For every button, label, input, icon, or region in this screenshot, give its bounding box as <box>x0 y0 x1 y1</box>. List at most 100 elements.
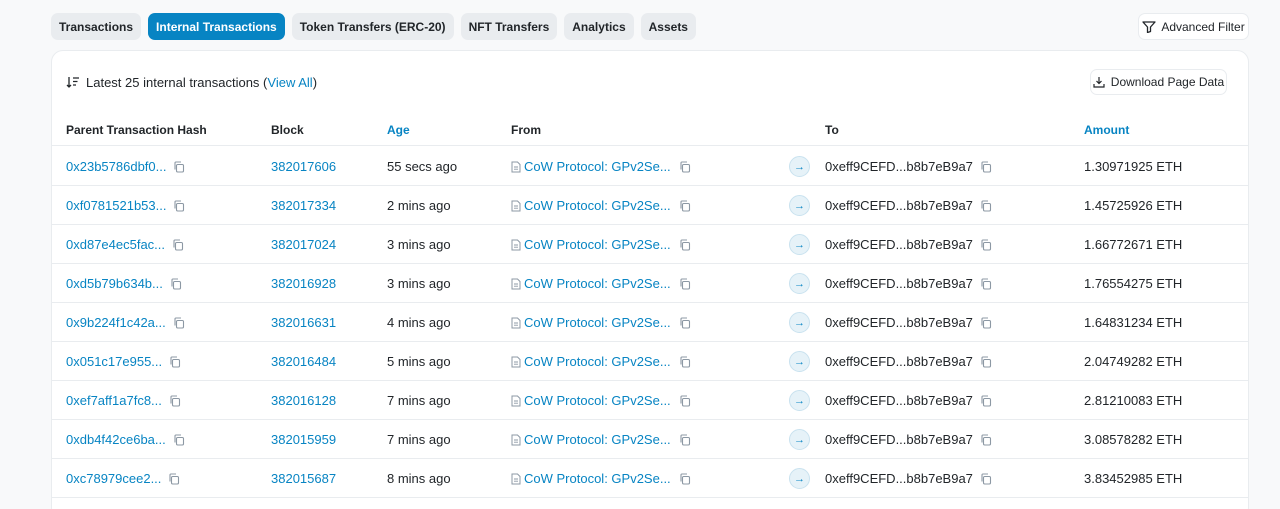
copy-icon[interactable] <box>679 394 691 407</box>
from-address-link[interactable]: CoW Protocol: GPv2Se... <box>524 276 671 291</box>
age-text: 3 mins ago <box>387 276 451 291</box>
parent-hash-link[interactable]: 0x9b224f1c42a... <box>66 315 166 330</box>
amount-cell: 3.83452985 ETH <box>1084 471 1182 486</box>
block-link[interactable]: 382015687 <box>271 471 336 486</box>
from-address-link[interactable]: CoW Protocol: GPv2Se... <box>524 315 671 330</box>
amount-text: 1.30971925 ETH <box>1084 159 1183 174</box>
tab-token-transfers[interactable]: Token Transfers (ERC-20) <box>291 13 454 40</box>
from-cell: CoW Protocol: GPv2Se... <box>511 471 691 486</box>
parent-hash-link[interactable]: 0xc78979cee2... <box>66 471 161 486</box>
copy-icon[interactable] <box>980 394 992 407</box>
to-cell: 0xeff9CEFD...b8b7eB9a7 <box>825 159 992 174</box>
from-address-link[interactable]: CoW Protocol: GPv2Se... <box>524 393 671 408</box>
from-address-link[interactable]: CoW Protocol: GPv2Se... <box>524 237 671 252</box>
from-address-link[interactable]: CoW Protocol: GPv2Se... <box>524 159 671 174</box>
to-address[interactable]: 0xeff9CEFD...b8b7eB9a7 <box>825 432 973 447</box>
parent-hash-cell: 0xd5b79b634b... <box>66 276 182 291</box>
block-cell: 382015959 <box>271 432 336 447</box>
contract-file-icon <box>511 239 521 250</box>
tab-assets[interactable]: Assets <box>640 13 696 40</box>
table-row: 0xef7aff1a7fc8... 382016128 7 mins ago C… <box>52 381 1248 420</box>
copy-icon[interactable] <box>679 160 691 173</box>
copy-icon[interactable] <box>169 355 181 368</box>
parent-hash-cell: 0xc78979cee2... <box>66 471 180 486</box>
block-link[interactable]: 382016484 <box>271 354 336 369</box>
contract-file-icon <box>511 278 521 289</box>
parent-hash-link[interactable]: 0xf0781521b53... <box>66 198 166 213</box>
copy-icon[interactable] <box>173 160 185 173</box>
download-page-data-button[interactable]: Download Page Data <box>1090 69 1227 95</box>
amount-text: 1.64831234 ETH <box>1084 315 1183 330</box>
parent-hash-link[interactable]: 0x051c17e955... <box>66 354 162 369</box>
copy-icon[interactable] <box>980 160 992 173</box>
block-link[interactable]: 382017024 <box>271 237 336 252</box>
copy-icon[interactable] <box>173 316 185 329</box>
tab-analytics[interactable]: Analytics <box>564 13 634 40</box>
from-address-link[interactable]: CoW Protocol: GPv2Se... <box>524 198 671 213</box>
from-cell: CoW Protocol: GPv2Se... <box>511 315 691 330</box>
tab-bar: Transactions Internal Transactions Token… <box>51 13 696 40</box>
from-address-link[interactable]: CoW Protocol: GPv2Se... <box>524 471 671 486</box>
contract-file-icon <box>511 161 521 172</box>
to-address[interactable]: 0xeff9CEFD...b8b7eB9a7 <box>825 159 973 174</box>
copy-icon[interactable] <box>980 316 992 329</box>
copy-icon[interactable] <box>980 472 992 485</box>
copy-icon[interactable] <box>980 433 992 446</box>
copy-icon[interactable] <box>173 433 185 446</box>
copy-icon[interactable] <box>980 277 992 290</box>
from-address-link[interactable]: CoW Protocol: GPv2Se... <box>524 432 671 447</box>
block-link[interactable]: 382016928 <box>271 276 336 291</box>
block-link[interactable]: 382016631 <box>271 315 336 330</box>
copy-icon[interactable] <box>980 238 992 251</box>
parent-hash-link[interactable]: 0xef7aff1a7fc8... <box>66 393 162 408</box>
to-address[interactable]: 0xeff9CEFD...b8b7eB9a7 <box>825 471 973 486</box>
to-address[interactable]: 0xeff9CEFD...b8b7eB9a7 <box>825 276 973 291</box>
to-address[interactable]: 0xeff9CEFD...b8b7eB9a7 <box>825 198 973 213</box>
transactions-summary: Latest 25 internal transactions (View Al… <box>66 73 317 91</box>
copy-icon[interactable] <box>679 316 691 329</box>
parent-hash-link[interactable]: 0x23b5786dbf0... <box>66 159 166 174</box>
parent-hash-link[interactable]: 0xd5b79b634b... <box>66 276 163 291</box>
to-address[interactable]: 0xeff9CEFD...b8b7eB9a7 <box>825 393 973 408</box>
to-address[interactable]: 0xeff9CEFD...b8b7eB9a7 <box>825 354 973 369</box>
block-link[interactable]: 382016128 <box>271 393 336 408</box>
parent-hash-cell: 0xef7aff1a7fc8... <box>66 393 181 408</box>
contract-file-icon <box>511 200 521 211</box>
copy-icon[interactable] <box>980 199 992 212</box>
to-cell: 0xeff9CEFD...b8b7eB9a7 <box>825 471 992 486</box>
copy-icon[interactable] <box>679 199 691 212</box>
amount-cell: 1.76554275 ETH <box>1084 276 1182 291</box>
advanced-filter-button[interactable]: Advanced Filter <box>1138 13 1249 40</box>
block-cell: 382017334 <box>271 198 336 213</box>
header-amount[interactable]: Amount <box>1084 123 1129 137</box>
age-text: 8 mins ago <box>387 471 451 486</box>
copy-icon[interactable] <box>679 433 691 446</box>
copy-icon[interactable] <box>172 238 184 251</box>
tab-nft-transfers[interactable]: NFT Transfers <box>460 13 558 40</box>
copy-icon[interactable] <box>679 472 691 485</box>
parent-hash-link[interactable]: 0xdb4f42ce6ba... <box>66 432 166 447</box>
to-address[interactable]: 0xeff9CEFD...b8b7eB9a7 <box>825 315 973 330</box>
from-address-link[interactable]: CoW Protocol: GPv2Se... <box>524 354 671 369</box>
block-link[interactable]: 382015959 <box>271 432 336 447</box>
contract-file-icon <box>511 434 521 445</box>
tab-internal-transactions[interactable]: Internal Transactions <box>148 13 285 40</box>
copy-icon[interactable] <box>170 277 182 290</box>
copy-icon[interactable] <box>679 355 691 368</box>
copy-icon[interactable] <box>980 355 992 368</box>
copy-icon[interactable] <box>169 394 181 407</box>
copy-icon[interactable] <box>679 277 691 290</box>
tab-transactions[interactable]: Transactions <box>51 13 142 40</box>
view-all-link[interactable]: View All <box>267 75 312 90</box>
copy-icon[interactable] <box>168 472 180 485</box>
block-link[interactable]: 382017606 <box>271 159 336 174</box>
age-text: 2 mins ago <box>387 198 451 213</box>
copy-icon[interactable] <box>679 238 691 251</box>
parent-hash-link[interactable]: 0xd87e4ec5fac... <box>66 237 165 252</box>
to-address[interactable]: 0xeff9CEFD...b8b7eB9a7 <box>825 237 973 252</box>
arrow-right-icon: → <box>789 351 810 372</box>
amount-cell: 1.64831234 ETH <box>1084 315 1182 330</box>
header-age[interactable]: Age <box>387 123 410 137</box>
block-link[interactable]: 382017334 <box>271 198 336 213</box>
copy-icon[interactable] <box>173 199 185 212</box>
